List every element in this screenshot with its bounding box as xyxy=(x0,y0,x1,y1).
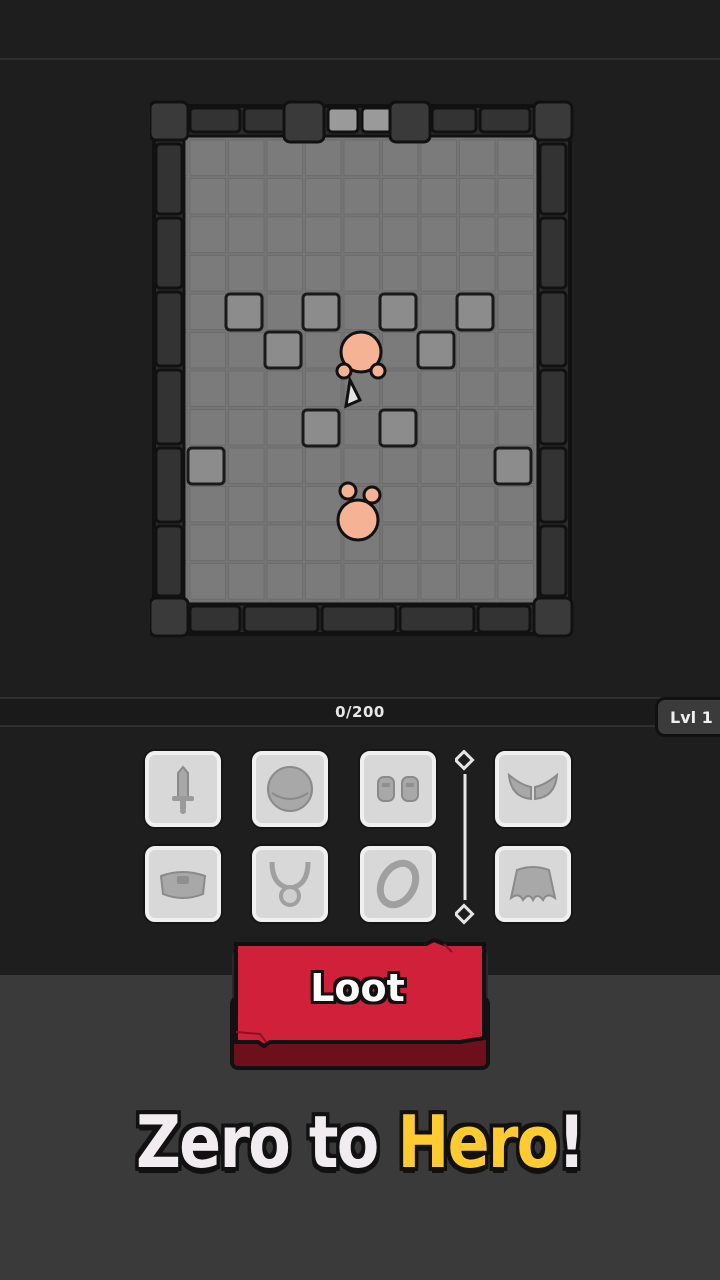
loot-label: Loot xyxy=(310,966,405,1010)
slot-weapon[interactable] xyxy=(145,751,221,827)
xp-text: 0/200 xyxy=(335,703,385,721)
level-badge: Lvl 1 xyxy=(655,697,720,737)
tagline: Zero to Hero! xyxy=(50,1100,669,1184)
tagline-exclaim: ! xyxy=(557,1100,585,1184)
loot-button[interactable]: Loot xyxy=(230,938,490,1074)
level-label: Lvl 1 xyxy=(670,708,713,727)
gloves-icon xyxy=(377,776,419,802)
slot-gloves[interactable] xyxy=(360,751,436,827)
slot-ring[interactable] xyxy=(360,846,436,922)
necklace-icon xyxy=(269,861,311,907)
ring-icon xyxy=(376,859,420,909)
sword-icon xyxy=(172,765,194,814)
slot-necklace[interactable] xyxy=(252,846,328,922)
helmet-icon xyxy=(267,766,313,812)
dungeon-room xyxy=(150,100,574,638)
slot-wings[interactable] xyxy=(495,751,571,827)
slot-helmet[interactable] xyxy=(252,751,328,827)
tagline-hero: Hero xyxy=(397,1100,559,1184)
armor-icon xyxy=(159,871,207,899)
slot-cape[interactable] xyxy=(495,846,571,922)
tagline-part1: Zero to xyxy=(135,1100,398,1184)
slot-armor[interactable] xyxy=(145,846,221,922)
xp-bar: 0/200 xyxy=(0,697,720,727)
slot-divider xyxy=(455,750,475,925)
cape-icon xyxy=(509,866,557,903)
top-bar xyxy=(0,0,720,60)
wings-icon xyxy=(507,772,559,801)
